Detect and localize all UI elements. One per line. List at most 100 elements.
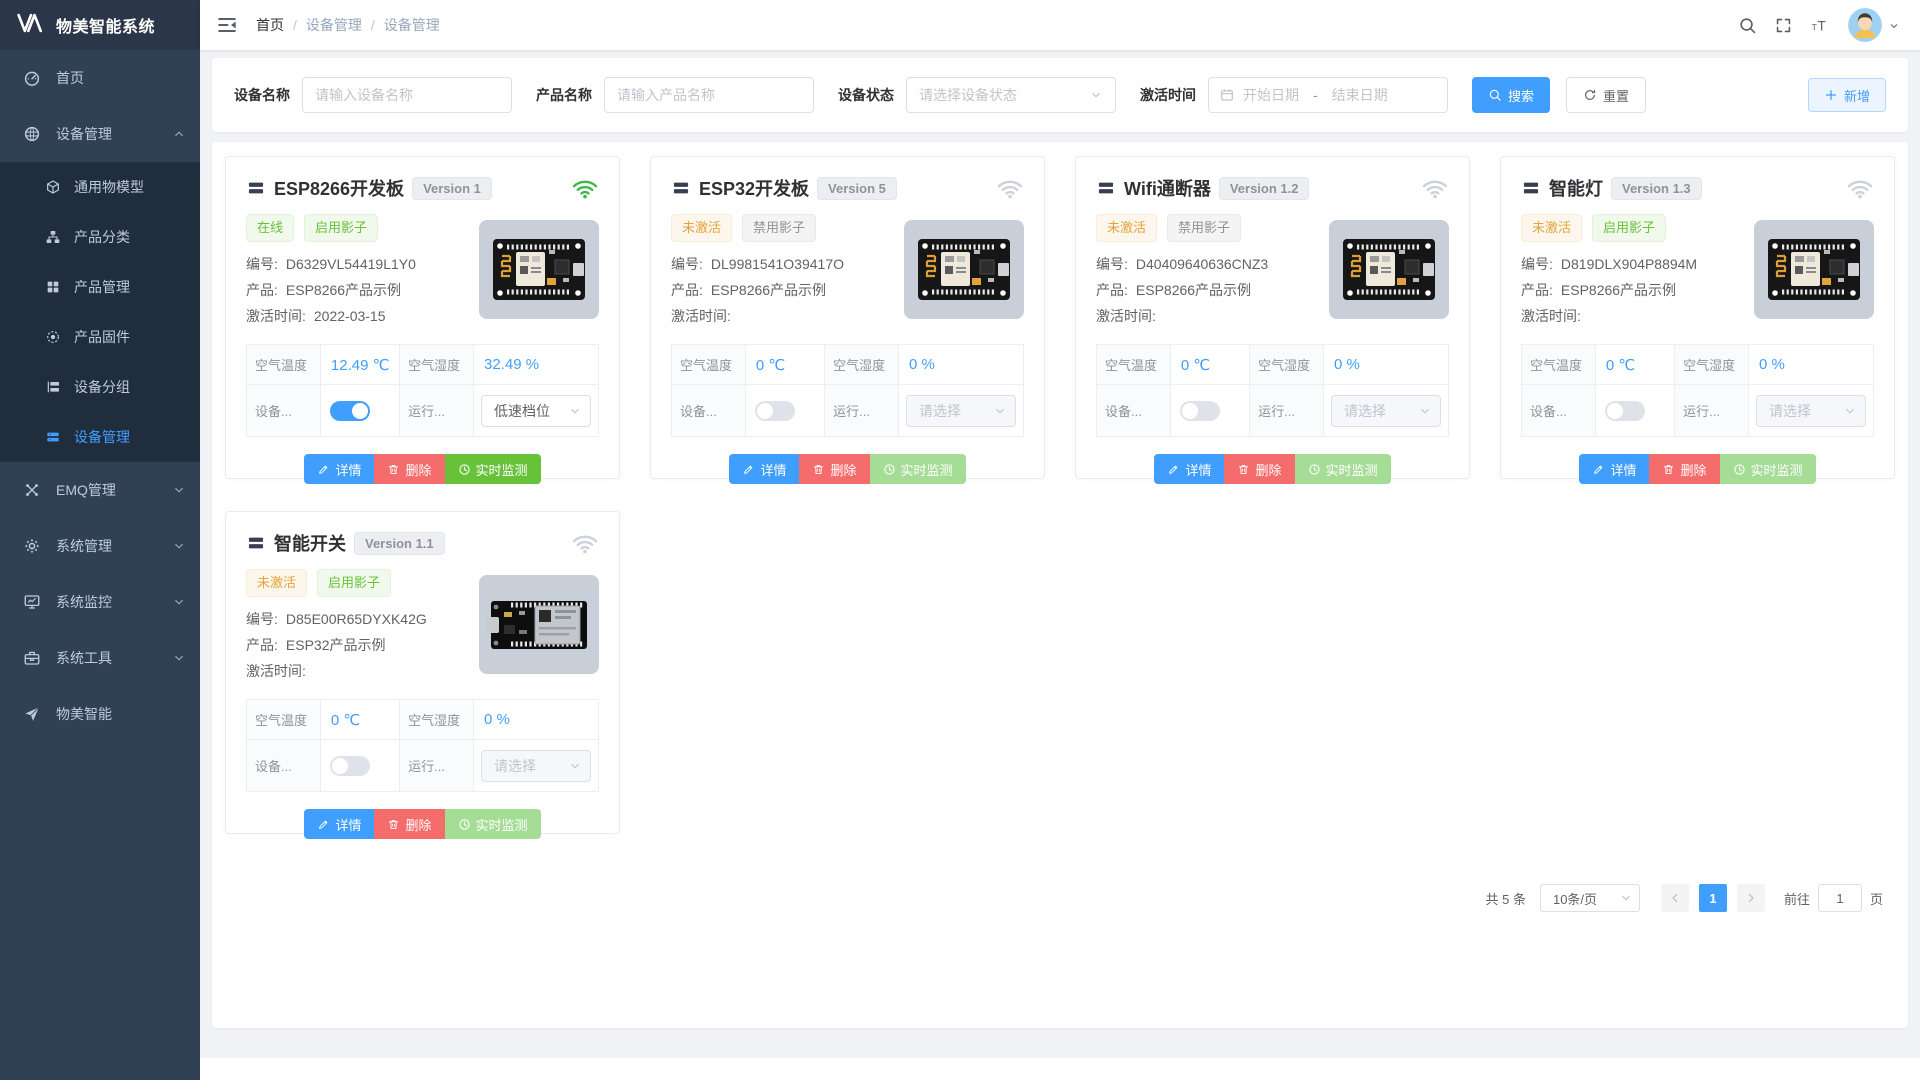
sidebar-subitem[interactable]: 产品管理 [0,262,200,312]
sidebar-subitem-label: 设备管理 [74,427,130,447]
firmware-icon [44,328,62,346]
sidebar-item[interactable]: 系统工具 [0,630,200,686]
sidebar-item[interactable]: 系统监控 [0,574,200,630]
date-range-picker[interactable]: 开始日期 - 结束日期 [1208,77,1448,113]
humidity-value: 0 % [1324,345,1449,385]
product-name-input[interactable]: 请输入产品名称 [604,77,814,113]
device-product: ESP8266产品示例 [1561,282,1676,298]
device-switch-toggle[interactable] [1180,401,1220,421]
add-device-button[interactable]: 新增 [1808,78,1886,112]
card-actions: 详情删除实时监测 [671,454,1024,484]
device-code: D6329VL54419L1Y0 [286,256,416,272]
sidebar-item[interactable]: 设备管理 [0,106,200,162]
wifi-status-icon [996,176,1024,200]
delete-button[interactable]: 删除 [1224,454,1294,484]
version-badge: Version 1.2 [1219,177,1310,200]
cluster-icon [22,480,42,500]
chevron-down-icon [568,759,582,773]
sitemap-icon [44,228,62,246]
sidebar-subitem[interactable]: 产品分类 [0,212,200,262]
device-info: 编号:D40409640636CNZ3产品:ESP8266产品示例激活时间: [1096,251,1301,329]
sidebar-item[interactable]: 首页 [0,50,200,106]
run-mode-select[interactable]: 低速档位 [481,395,591,427]
sidebar-subitem[interactable]: 设备管理 [0,412,200,462]
next-page-button[interactable] [1737,884,1765,912]
trash-icon [812,463,825,476]
chevron-down-icon [1843,404,1857,418]
device-code: D40409640636CNZ3 [1136,256,1268,272]
detail-button[interactable]: 详情 [729,454,799,484]
switch-label: 设备... [672,385,746,437]
page-number[interactable]: 1 [1699,884,1727,912]
chevron-down-icon [172,539,186,553]
pencil-icon [317,818,330,831]
pencil-icon [1167,463,1180,476]
collapse-sidebar-icon[interactable] [216,14,238,36]
goto-page-input[interactable] [1818,884,1862,912]
temp-label: 空气温度 [247,345,321,385]
device-code: D819DLX904P8894M [1561,256,1697,272]
topbar-tools: TT [1726,8,1900,42]
chevron-down-icon[interactable] [1888,19,1900,31]
device-image [1329,220,1449,319]
humidity-label: 空气湿度 [400,700,474,740]
detail-button[interactable]: 详情 [1579,454,1649,484]
avatar[interactable] [1848,8,1882,42]
device-activate-row: 激活时间: [671,303,876,329]
device-product-row: 产品:ESP32产品示例 [246,632,451,658]
font-size-icon[interactable]: TT [1804,10,1834,40]
breadcrumb-item[interactable]: 首页 [256,15,284,35]
device-switch-toggle[interactable] [755,401,795,421]
fullscreen-icon[interactable] [1768,10,1798,40]
app-title: 物美智能系统 [56,13,155,37]
sidebar-subitem[interactable]: 设备分组 [0,362,200,412]
delete-button[interactable]: 删除 [1649,454,1719,484]
breadcrumb-item[interactable]: 设备管理 [306,15,362,35]
detail-button[interactable]: 详情 [304,454,374,484]
dashboard-icon [22,68,42,88]
search-icon[interactable] [1732,10,1762,40]
page-size-select[interactable]: 10条/页 [1540,884,1640,912]
sidebar-item[interactable]: 系统管理 [0,518,200,574]
sidebar-subitem[interactable]: 产品固件 [0,312,200,362]
sidebar-item[interactable]: 物美智能 [0,686,200,742]
device-switch-toggle[interactable] [330,401,370,421]
realtime-monitor-button[interactable]: 实时监测 [445,454,541,484]
device-switch-toggle[interactable] [330,756,370,776]
delete-button[interactable]: 删除 [374,809,444,839]
realtime-monitor-button: 实时监测 [445,809,541,839]
search-button[interactable]: 搜索 [1472,77,1550,113]
sidebar-subitem-label: 产品分类 [74,227,130,247]
status-tag: 未激活 [1096,214,1157,242]
delete-button[interactable]: 删除 [799,454,869,484]
sidebar-subitem[interactable]: 通用物模型 [0,162,200,212]
delete-button[interactable]: 删除 [374,454,444,484]
reset-button[interactable]: 重置 [1566,77,1646,113]
detail-button[interactable]: 详情 [1154,454,1224,484]
filter-device-status: 设备状态 请选择设备状态 [838,77,1116,113]
sidebar-item[interactable]: EMQ管理 [0,462,200,518]
metrics-table: 空气温度0 ℃空气湿度0 %设备...运行...请选择 [246,699,599,792]
detail-button[interactable]: 详情 [304,809,374,839]
device-code-row: 编号:D40409640636CNZ3 [1096,251,1301,277]
device-name-input[interactable]: 请输入设备名称 [302,77,512,113]
svg-text:T: T [1811,21,1817,31]
version-badge: Version 1 [412,177,492,200]
card-actions: 详情删除实时监测 [1096,454,1449,484]
prev-page-button[interactable] [1661,884,1689,912]
card-actions: 详情删除实时监测 [246,809,599,839]
device-card: ESP8266开发板Version 1在线启用影子编号:D6329VL54419… [225,156,620,479]
search-icon [1488,88,1502,102]
device-image [1754,220,1874,319]
device-product-row: 产品:ESP8266产品示例 [246,277,451,303]
monitor-circle-icon [458,818,471,831]
device-status-select[interactable]: 请选择设备状态 [906,77,1116,113]
device-switch-toggle[interactable] [1605,401,1645,421]
run-mode-select: 请选择 [906,395,1016,427]
status-tag: 启用影子 [1592,214,1666,242]
sidebar-subitem-label: 产品固件 [74,327,130,347]
horizontal-scrollbar[interactable] [200,1058,1920,1080]
device-product: ESP8266产品示例 [286,282,401,298]
logo: 物美智能系统 [0,0,200,50]
product-name-label: 产品名称 [536,85,592,105]
